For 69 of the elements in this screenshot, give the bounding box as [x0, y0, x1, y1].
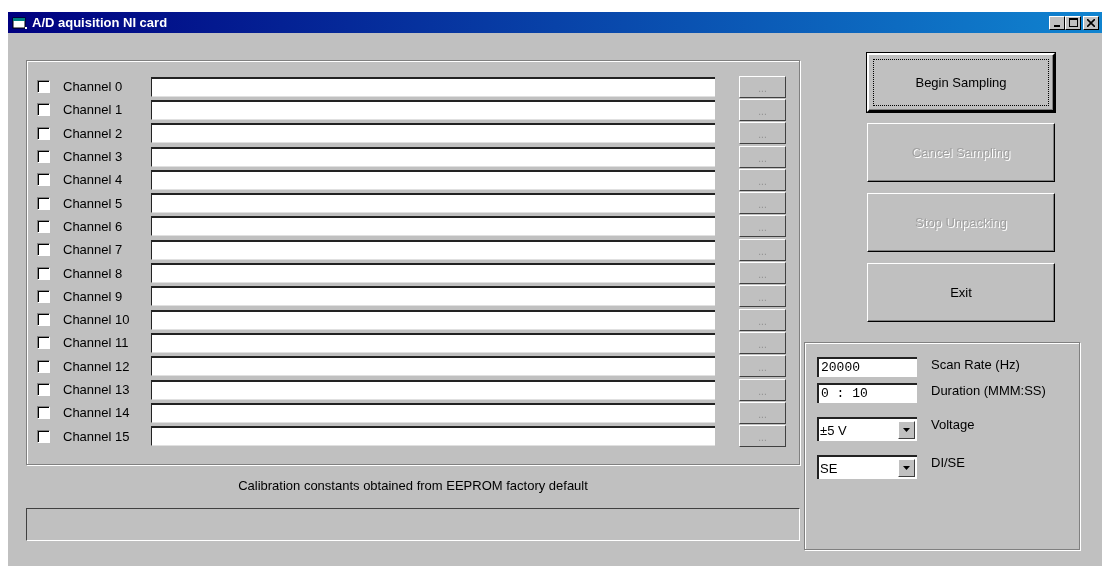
channel-field[interactable]	[151, 379, 715, 400]
checkbox[interactable]	[37, 383, 50, 396]
checkbox[interactable]	[37, 219, 50, 233]
action-button[interactable]: Begin Sampling	[867, 53, 1055, 112]
setting-label: Duration (MMM:SS)	[931, 383, 1046, 398]
minimize-icon	[1054, 24, 1060, 27]
dropdown[interactable]: ±5 V	[817, 417, 917, 441]
checkbox[interactable]	[37, 336, 50, 350]
checkbox[interactable]	[37, 103, 50, 117]
channel-label: Channel 3	[63, 149, 124, 165]
action-button[interactable]: Exit	[867, 263, 1055, 322]
channel-label: Channel 12	[63, 358, 131, 374]
channel-label: Channel 0	[63, 79, 124, 95]
checkbox[interactable]	[37, 266, 50, 280]
channel-field[interactable]	[151, 216, 715, 237]
channel-field[interactable]	[151, 146, 715, 167]
checkbox[interactable]	[37, 196, 50, 210]
maximize-icon	[1068, 18, 1078, 27]
channel-label: Channel 6	[63, 218, 124, 234]
channel-label: Channel 5	[63, 195, 124, 211]
close-button[interactable]	[1083, 15, 1099, 30]
channel-field[interactable]	[151, 193, 715, 214]
checkbox[interactable]	[37, 289, 50, 303]
channel-field[interactable]	[151, 239, 715, 260]
channel-label: Channel 4	[63, 172, 124, 188]
channel-label: Channel 10	[63, 312, 131, 328]
channel-field[interactable]	[151, 76, 715, 97]
checkbox[interactable]	[37, 313, 50, 327]
checkbox[interactable]	[37, 243, 50, 257]
channel-label: Channel 15	[63, 428, 131, 444]
checkbox[interactable]	[37, 80, 50, 94]
channel-label: Channel 14	[63, 405, 131, 421]
channel-label: Channel 8	[63, 265, 124, 281]
minimize-button[interactable]	[1049, 15, 1065, 30]
status-text: Calibration constants obtained from EEPROM factory default	[237, 477, 589, 495]
channel-field[interactable]	[151, 286, 715, 307]
checkbox[interactable]	[37, 126, 50, 140]
app-icon	[12, 15, 28, 30]
setting-label: Scan Rate (Hz)	[931, 357, 1020, 372]
channel-field[interactable]	[151, 99, 715, 120]
channel-field[interactable]	[151, 309, 715, 330]
channel-label: Channel 7	[63, 242, 124, 258]
channel-label: Channel 13	[63, 382, 131, 397]
channel-field[interactable]	[151, 332, 715, 353]
channel-label: Channel 11	[63, 335, 130, 351]
dropdown[interactable]: SE	[817, 455, 917, 479]
channel-label: Channel 9	[63, 288, 124, 304]
setting-label: Voltage	[931, 417, 975, 432]
channel-label: Channel 2	[63, 125, 124, 141]
channel-field[interactable]	[151, 356, 715, 377]
dropdown-arrow-icon	[903, 428, 910, 432]
checkbox[interactable]	[37, 429, 50, 443]
dropdown-arrow-icon	[903, 466, 910, 470]
setting-label: DI/SE	[931, 455, 965, 470]
checkbox[interactable]	[37, 150, 50, 164]
maximize-button[interactable]	[1065, 15, 1081, 30]
channel-label: Channel 1	[63, 102, 124, 118]
close-icon	[1087, 18, 1095, 27]
input-field[interactable]: 20000	[817, 357, 917, 377]
channel-field[interactable]	[151, 402, 715, 423]
channel-field[interactable]	[151, 169, 715, 190]
window-title: A/D aquisition NI card	[32, 15, 169, 30]
checkbox[interactable]	[37, 359, 50, 373]
channel-field[interactable]	[151, 426, 715, 447]
input-field[interactable]: 0 : 10	[817, 383, 917, 403]
channel-field[interactable]	[151, 263, 715, 283]
checkbox[interactable]	[37, 173, 50, 187]
checkbox[interactable]	[37, 406, 50, 420]
channel-field[interactable]	[151, 123, 715, 144]
